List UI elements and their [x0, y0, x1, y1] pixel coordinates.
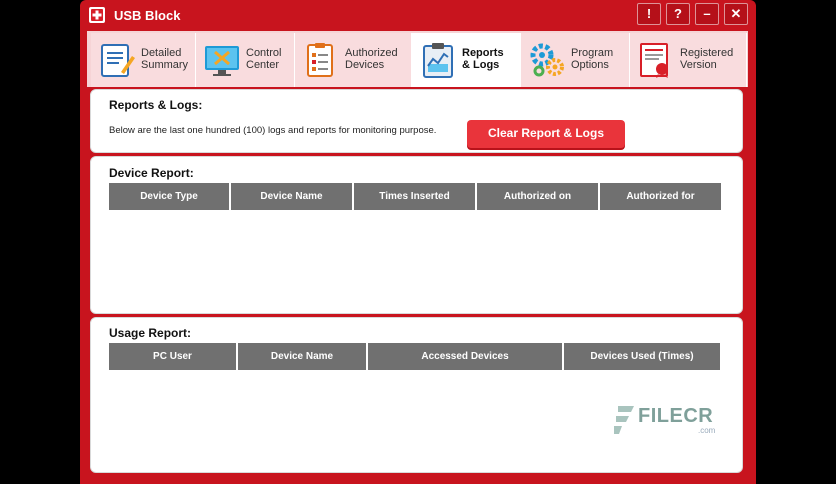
tab-control-center[interactable]: Control Center — [196, 33, 295, 87]
usage-report-title: Usage Report: — [109, 326, 192, 340]
tab-label: Authorized Devices — [345, 47, 398, 71]
program-options-icon — [530, 43, 564, 77]
usb-block-app-icon — [89, 7, 105, 23]
tab-label: Registered Version — [680, 47, 734, 71]
tab-detailed-summary[interactable]: Detailed Summary — [91, 33, 196, 87]
device-report-table-header: Device Type Device Name Times Inserted A… — [109, 183, 721, 210]
tab-program-options[interactable]: Program Options — [521, 33, 630, 87]
device-report-panel: Device Report: Device Type Device Name T… — [90, 156, 743, 314]
column-header-device-name[interactable]: Device Name — [238, 343, 366, 370]
window-title: USB Block — [114, 8, 181, 23]
reports-logs-panel: Reports & Logs: Below are the last one h… — [90, 89, 743, 153]
tab-label: Reports & Logs — [462, 47, 504, 71]
tab-reports-logs[interactable]: Reports & Logs — [412, 33, 521, 87]
watermark-subtext: .com — [698, 426, 716, 435]
close-button[interactable]: ✕ — [724, 3, 748, 25]
minimize-button[interactable]: – — [695, 3, 719, 25]
column-header-devices-used[interactable]: Devices Used (Times) — [564, 343, 720, 370]
watermark: FILECR .com — [612, 402, 722, 438]
reports-description: Below are the last one hundred (100) log… — [109, 125, 437, 136]
tab-label: Program Options — [571, 47, 614, 71]
filecr-logo-icon — [614, 406, 634, 434]
registered-version-icon — [640, 43, 668, 78]
reports-logs-icon — [423, 43, 453, 78]
column-header-pc-user[interactable]: PC User — [109, 343, 236, 370]
help-button[interactable]: ? — [666, 3, 690, 25]
column-header-device-name[interactable]: Device Name — [231, 183, 352, 210]
column-header-device-type[interactable]: Device Type — [109, 183, 229, 210]
info-button[interactable]: ! — [637, 3, 661, 25]
usage-report-panel: Usage Report: PC User Device Name Access… — [90, 317, 743, 473]
device-report-title: Device Report: — [109, 166, 194, 180]
watermark-text: FILECR — [638, 405, 714, 427]
clear-report-logs-button[interactable]: Clear Report & Logs — [467, 120, 625, 148]
control-center-icon — [205, 46, 239, 76]
summary-icon — [101, 44, 135, 77]
tab-bar: Detailed Summary Control Center Authoriz… — [87, 31, 748, 87]
column-header-authorized-for[interactable]: Authorized for — [600, 183, 721, 210]
tab-label: Detailed Summary — [141, 47, 189, 71]
title-bar[interactable]: USB Block ! ? – ✕ — [80, 0, 756, 30]
tab-authorized-devices[interactable]: Authorized Devices — [295, 33, 412, 87]
tab-registered-version[interactable]: Registered Version — [630, 33, 747, 87]
usage-report-table-header: PC User Device Name Accessed Devices Dev… — [109, 343, 720, 370]
authorized-devices-icon — [307, 43, 333, 77]
column-header-times-inserted[interactable]: Times Inserted — [354, 183, 475, 210]
reports-logs-title: Reports & Logs: — [109, 98, 203, 112]
column-header-authorized-on[interactable]: Authorized on — [477, 183, 598, 210]
column-header-accessed-devices[interactable]: Accessed Devices — [368, 343, 562, 370]
